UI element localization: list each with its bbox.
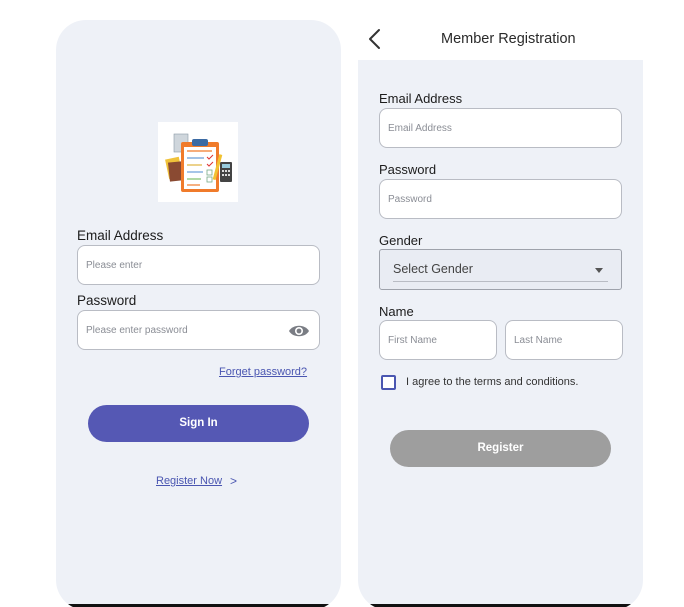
email-label: Email Address [77,228,164,243]
gender-select[interactable]: Select Gender [379,249,622,290]
login-screen: Email Address Password Forget password? … [56,20,341,607]
first-name-input[interactable] [379,320,497,360]
register-now-link[interactable]: Register Now > [156,474,237,488]
reg-password-label: Password [379,162,437,177]
page-title: Member Registration [441,31,576,47]
gender-label: Gender [379,233,423,248]
password-input[interactable] [77,310,320,350]
chevron-right-icon: > [230,474,238,488]
caret-down-icon [595,268,603,273]
reg-password-input[interactable] [379,179,622,219]
email-input[interactable] [77,245,320,285]
sign-in-button[interactable]: Sign In [88,405,309,442]
forgot-password-link[interactable]: Forget password? [219,366,307,378]
checklist-clipboard-icon [158,122,238,202]
registration-screen: Email Address Password Gender Select Gen… [358,60,643,607]
reg-email-label: Email Address [379,91,463,106]
gender-select-value: Select Gender [393,262,473,276]
screen-root: Email Address Password Forget password? … [0,0,684,607]
register-now-label: Register Now [156,475,223,487]
register-button[interactable]: Register [390,430,611,467]
last-name-input[interactable] [505,320,623,360]
chevron-left-icon[interactable] [365,28,385,50]
name-label: Name [379,304,414,319]
password-label: Password [77,293,137,308]
reg-email-input[interactable] [379,108,622,148]
terms-checkbox[interactable] [381,375,396,390]
select-underline [393,281,608,282]
terms-label: I agree to the terms and conditions. [406,376,579,388]
eye-icon[interactable] [288,323,310,339]
